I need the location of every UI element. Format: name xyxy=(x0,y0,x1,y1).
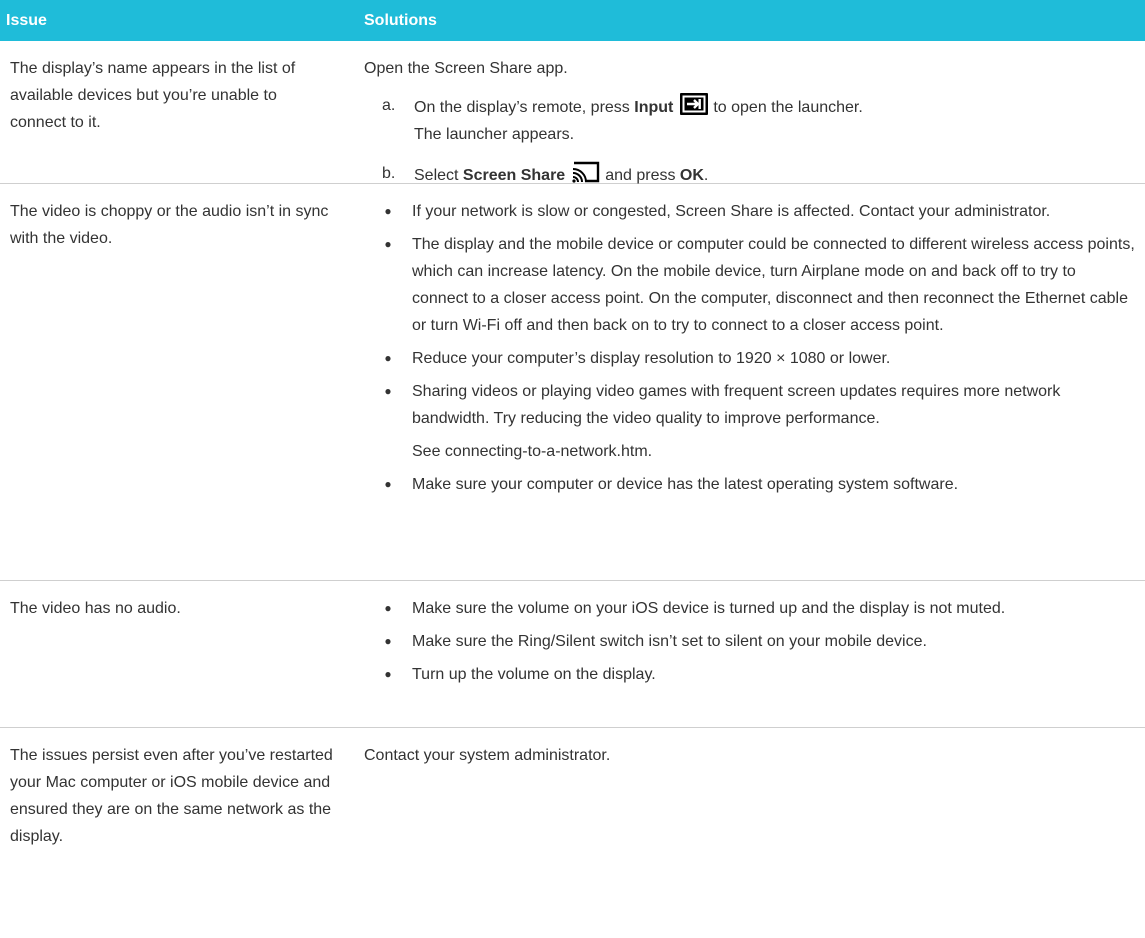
input-icon xyxy=(680,93,709,115)
step-text-post: to open the launcher. xyxy=(713,99,863,116)
solution-cell: ● If your network is slow or congested, S… xyxy=(364,184,1145,580)
list-item: ● Make sure the Ring/Silent switch isn’t … xyxy=(384,633,927,650)
screen-share-icon xyxy=(572,161,600,183)
step-letter: a. xyxy=(382,97,396,114)
table-row: The display’s name appears in the list o… xyxy=(0,41,1145,184)
solution-cell: Contact your system administrator. xyxy=(364,728,1145,938)
header-issue: Issue xyxy=(6,11,47,29)
step-a: a. On the display’s remote, press Input t… xyxy=(382,92,1135,121)
table-row: The issues persist even after you’ve res… xyxy=(0,728,1145,938)
list-item: ● Make sure your computer or device has t… xyxy=(384,476,959,493)
issue-cell: The video is choppy or the audio isn’t i… xyxy=(10,203,329,247)
table-row: The video has no audio. ● Make sure the v… xyxy=(0,581,1145,728)
list-item: ● Sharing videos or playing video games w… xyxy=(384,383,1061,427)
issue-cell: The video has no audio. xyxy=(10,600,181,617)
issue-cell: The issues persist even after you’ve res… xyxy=(10,747,333,845)
troubleshooting-table: Issue Solutions The display’s name appea… xyxy=(0,0,1145,938)
step-bold: Input xyxy=(634,99,674,116)
step-text: Select xyxy=(414,167,463,184)
step-bold: OK xyxy=(679,167,704,184)
list-item: ● Reduce your computer’s display resoluti… xyxy=(384,350,891,367)
list-item: ● Turn up the volume on the display. xyxy=(384,666,656,683)
step-text: On the display’s remote, press xyxy=(414,99,635,116)
header-solutions: Solutions xyxy=(364,11,437,29)
step-note: The launcher appears. xyxy=(414,126,575,143)
solution-intro: Open the Screen Share app. xyxy=(364,60,568,77)
table-row: The video is choppy or the audio isn’t i… xyxy=(0,184,1145,581)
list-item: ● The display and the mobile device or co… xyxy=(384,236,1135,334)
step-text-post: and press xyxy=(605,167,680,184)
solution-cell: Open the Screen Share app. a. On the dis… xyxy=(364,41,1145,184)
solution-text: Contact your system administrator. xyxy=(364,747,611,764)
step-bold: Screen Share xyxy=(462,167,566,184)
issue-cell: The display’s name appears in the list o… xyxy=(10,60,296,131)
see-reference: See connecting-to-a-network.htm. xyxy=(412,443,653,460)
solution-cell: ● Make sure the volume on your iOS device… xyxy=(364,581,1145,727)
list-item: ● If your network is slow or congested, S… xyxy=(384,203,1051,220)
list-item: ● Make sure the volume on your iOS device… xyxy=(384,600,1006,617)
table-header: Issue Solutions xyxy=(0,0,1145,41)
